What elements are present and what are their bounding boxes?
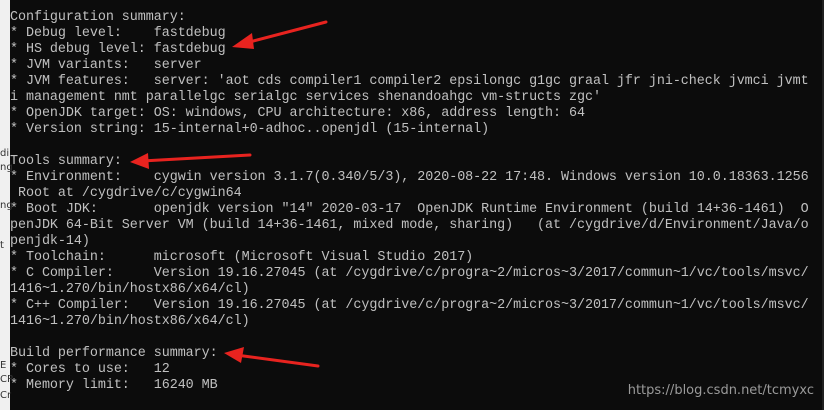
terminal-line: * Boot JDK: openjdk version "14" 2020-03…	[10, 202, 809, 217]
watermark: https://blog.csdn.net/tcmyxc	[627, 383, 814, 398]
terminal-line: * Memory limit: 16240 MB	[10, 378, 218, 393]
terminal-line: * Version string: 15-internal+0-adhoc..o…	[10, 122, 490, 137]
section-heading-tools: Tools summary:	[10, 154, 122, 169]
terminal-line: 1416~1.270/bin/hostx86/x64/cl)	[10, 314, 250, 329]
background-text-fragment: t	[0, 240, 4, 251]
terminal-line: * C Compiler: Version 19.16.27045 (at /c…	[10, 266, 809, 281]
red-arrow-icon	[130, 153, 252, 169]
background-text-fragment: di	[0, 148, 10, 159]
terminal-line: Root at /cygdrive/c/cygwin64	[10, 186, 242, 201]
terminal-line: * HS debug level: fastdebug	[10, 42, 226, 57]
terminal-line: * C++ Compiler: Version 19.16.27045 (at …	[10, 298, 809, 313]
red-arrow-icon	[232, 20, 328, 49]
terminal-line: * JVM variants: server	[10, 58, 202, 73]
background-window-edge: di ng ng t E CP Cr	[0, 0, 13, 410]
terminal-line: i management nmt parallelgc serialgc ser…	[10, 90, 601, 105]
terminal-line: * OpenJDK target: OS: windows, CPU archi…	[10, 106, 585, 121]
section-heading-build-performance: Build performance summary:	[10, 346, 218, 361]
red-arrow-icon	[224, 347, 320, 368]
background-text-fragment: E	[0, 360, 7, 371]
terminal-line: * Debug level: fastdebug	[10, 26, 226, 41]
terminal-line: * Cores to use: 12	[10, 362, 170, 377]
terminal-line: penjdk-14)	[10, 234, 90, 249]
terminal-line: * Toolchain: microsoft (Microsoft Visual…	[10, 250, 474, 265]
section-heading-configuration: Configuration summary:	[10, 10, 186, 25]
terminal-line: penJDK 64-Bit Server VM (build 14+36-146…	[10, 218, 809, 233]
terminal-line: 1416~1.270/bin/hostx86/x64/cl)	[10, 282, 250, 297]
terminal-line: * JVM features: server: 'aot cds compile…	[10, 74, 809, 89]
terminal-output[interactable]: Configuration summary: * Debug level: fa…	[10, 0, 824, 410]
terminal-line: * Environment: cygwin version 3.1.7(0.34…	[10, 170, 809, 185]
